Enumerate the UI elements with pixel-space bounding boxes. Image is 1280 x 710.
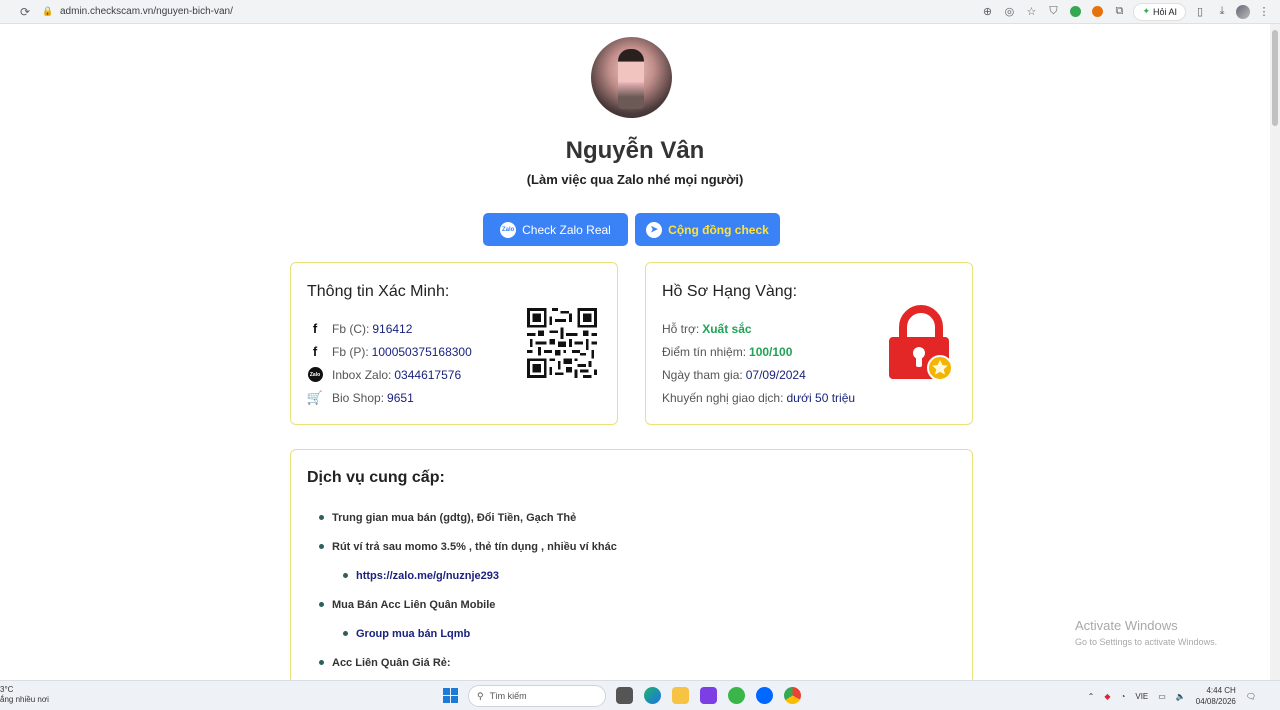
gold-profile-list: Hỗ trợ: Xuất sắc Điểm tín nhiệm: 100/100… bbox=[662, 317, 855, 409]
url-text: admin.checkscam.vn/nguyen-bich-van/ bbox=[60, 6, 233, 17]
clock[interactable]: 4:44 CH 04/08/2026 bbox=[1196, 685, 1236, 707]
verification-title: Thông tin Xác Minh: bbox=[307, 283, 450, 300]
gold-profile-title: Hồ Sơ Hạng Vàng: bbox=[662, 283, 798, 300]
lqmb-group-link[interactable]: Group mua bán Lqmb bbox=[343, 619, 617, 648]
app-purple-icon[interactable] bbox=[700, 687, 717, 704]
weather-widget[interactable]: 3°C ắng nhiều nơi bbox=[0, 685, 49, 705]
site-info-icon[interactable]: 🔒 bbox=[40, 4, 56, 20]
zalo-icon: Zalo bbox=[307, 367, 323, 383]
volume-icon[interactable]: 🔈 bbox=[1176, 692, 1186, 701]
zalo-taskbar-icon[interactable] bbox=[756, 687, 773, 704]
gold-profile-card: Hồ Sơ Hạng Vàng: Hỗ trợ: Xuất sắc Điểm t… bbox=[645, 262, 973, 425]
qr-code bbox=[527, 308, 597, 378]
community-check-button[interactable]: ➤ Cộng đồng check bbox=[635, 213, 780, 246]
zoom-icon[interactable]: ⊕ bbox=[979, 4, 995, 20]
puzzle-icon[interactable]: ⧉ bbox=[1111, 4, 1127, 20]
services-list: Trung gian mua bán (gdtg), Đổi Tiền, Gạc… bbox=[319, 503, 617, 677]
verification-list: f Fb (C): 916412 f Fb (P): 1000503751683… bbox=[307, 317, 472, 409]
system-tray: ⌃ ◆ ◔ VIE ▭ 🔈 4:44 CH 04/08/2026 🗨 bbox=[1088, 685, 1256, 707]
chevron-up-icon[interactable]: ⌃ bbox=[1088, 692, 1095, 701]
coccoc-icon[interactable] bbox=[728, 687, 745, 704]
gold-row-recommendation: Khuyến nghị giao dịch: dưới 50 triệu bbox=[662, 390, 856, 405]
telegram-icon: ➤ bbox=[646, 221, 663, 238]
search-icon: ⚲ bbox=[477, 690, 484, 701]
profile-avatar-small[interactable] bbox=[1236, 4, 1250, 19]
zalo-icon: Zalo bbox=[500, 221, 517, 238]
info-row-zalo: Zalo Inbox Zalo: 0344617576 bbox=[307, 363, 472, 386]
browser-toolbar: ⟳ 🔒 admin.checkscam.vn/nguyen-bich-van/ … bbox=[0, 0, 1280, 24]
menu-icon[interactable]: ⋮ bbox=[1256, 4, 1272, 20]
services-card: Dịch vụ cung cấp: Trung gian mua bán (gd… bbox=[290, 449, 973, 680]
check-zalo-button[interactable]: Zalo Check Zalo Real bbox=[483, 213, 628, 246]
windows-taskbar: 3°C ắng nhiều nơi ⚲ Tìm kiếm ⌃ ◆ ◔ VIE ▭… bbox=[0, 680, 1280, 710]
eye-off-icon[interactable]: ◎ bbox=[1001, 4, 1017, 20]
services-title: Dịch vụ cung cấp: bbox=[307, 469, 445, 486]
display-icon[interactable]: ▭ bbox=[1158, 692, 1166, 701]
extension-orange-icon[interactable] bbox=[1089, 4, 1105, 20]
shield-icon[interactable]: ⛉ bbox=[1045, 4, 1061, 20]
zalo-group-link[interactable]: https://zalo.me/g/nuznje293 bbox=[343, 561, 617, 590]
scroll-thumb[interactable] bbox=[1272, 30, 1278, 126]
star-icon[interactable]: ☆ bbox=[1023, 4, 1039, 20]
task-view-icon[interactable] bbox=[616, 687, 633, 704]
download-icon[interactable]: ⤓ bbox=[1214, 4, 1230, 20]
file-explorer-icon[interactable] bbox=[672, 687, 689, 704]
gold-row-support: Hỗ trợ: Xuất sắc bbox=[662, 321, 752, 336]
gold-row-trust-score: Điểm tín nhiệm: 100/100 bbox=[662, 344, 793, 359]
facebook-icon: f bbox=[312, 321, 318, 336]
sparkle-icon: ✦ bbox=[1142, 6, 1150, 16]
address-bar[interactable]: 🔒 admin.checkscam.vn/nguyen-bich-van/ bbox=[40, 4, 979, 20]
page-content: Nguyễn Vân (Làm việc qua Zalo nhé mọi ng… bbox=[0, 24, 1270, 680]
reload-icon[interactable]: ⟳ bbox=[16, 3, 34, 21]
info-row-fb-c: f Fb (C): 916412 bbox=[307, 317, 472, 340]
info-row-fb-p: f Fb (P): 100050375168300 bbox=[307, 340, 472, 363]
list-item: Acc Liên Quân Giá Rẻ: bbox=[319, 648, 617, 677]
notification-icon[interactable]: 🗨 bbox=[1246, 692, 1256, 701]
page-scrollbar[interactable] bbox=[1270, 24, 1280, 680]
chrome-icon[interactable] bbox=[784, 687, 801, 704]
profile-subtitle: (Làm việc qua Zalo nhé mọi người) bbox=[526, 172, 744, 187]
split-view-icon[interactable]: ▯ bbox=[1192, 4, 1208, 20]
ai-button[interactable]: ✦ Hỏi AI bbox=[1133, 2, 1186, 21]
list-item: Trung gian mua bán (gdtg), Đổi Tiền, Gạc… bbox=[319, 503, 617, 532]
gold-row-join-date: Ngày tham gia: 07/09/2024 bbox=[662, 367, 806, 382]
profile-avatar bbox=[591, 37, 672, 118]
cart-icon: 🛒 bbox=[306, 389, 324, 405]
list-item: Mua Bán Acc Liên Quân Mobile bbox=[319, 590, 617, 619]
facebook-icon: f bbox=[312, 344, 318, 359]
taskbar-search[interactable]: ⚲ Tìm kiếm bbox=[468, 685, 606, 707]
start-icon[interactable] bbox=[443, 688, 458, 703]
edge-icon[interactable] bbox=[644, 687, 661, 704]
list-item: Rút ví trả sau momo 3.5% , thẻ tín dụng … bbox=[319, 532, 617, 561]
activate-windows-watermark: Activate Windows Go to Settings to activ… bbox=[1075, 618, 1218, 647]
network-icon[interactable]: ◔ bbox=[1121, 692, 1126, 701]
profile-name: Nguyễn Vân bbox=[565, 137, 705, 164]
language-indicator[interactable]: VIE bbox=[1135, 692, 1148, 701]
toolbar-icons: ⊕ ◎ ☆ ⛉ ⧉ ✦ Hỏi AI ▯ ⤓ ⋮ bbox=[979, 2, 1272, 21]
info-row-bio-shop: 🛒 Bio Shop: 9651 bbox=[306, 389, 414, 405]
gold-lock-icon bbox=[889, 305, 953, 381]
verification-card: Thông tin Xác Minh: f Fb (C): 916412 f F… bbox=[290, 262, 618, 425]
antivirus-icon[interactable]: ◆ bbox=[1104, 692, 1110, 701]
extension-green-icon[interactable] bbox=[1067, 4, 1083, 20]
